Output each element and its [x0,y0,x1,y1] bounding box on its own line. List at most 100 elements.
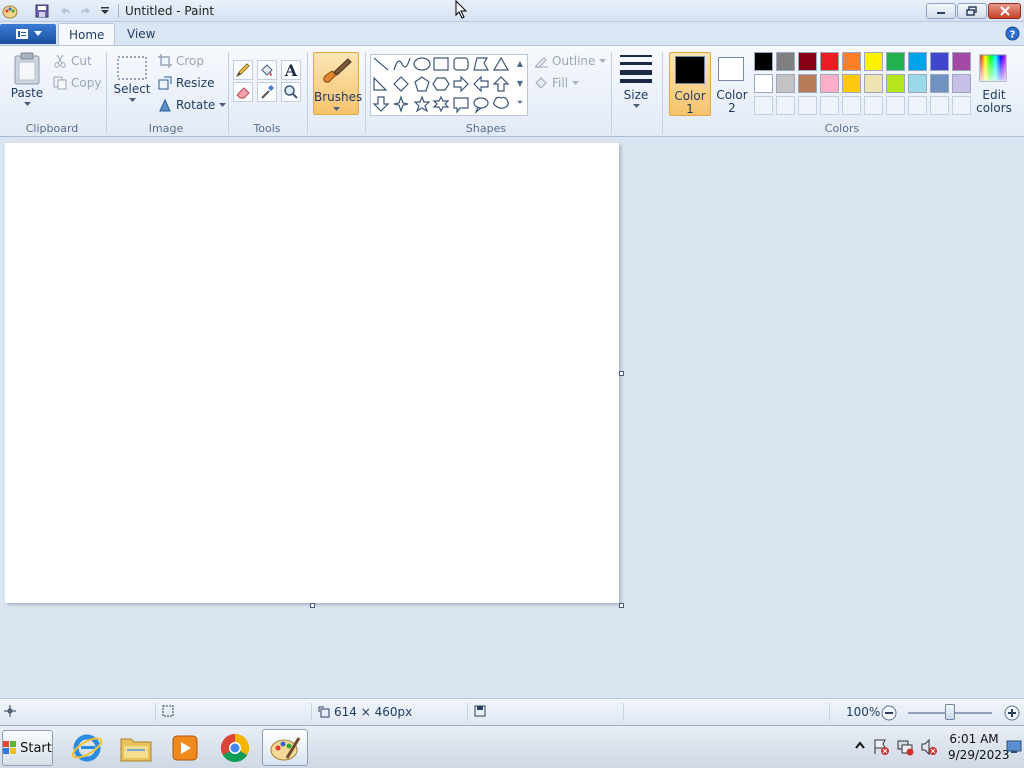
select-button[interactable]: Select [113,54,151,103]
custom-color-slot[interactable] [886,96,905,115]
palette-swatch[interactable] [798,74,817,93]
paste-button[interactable]: Paste [8,52,46,107]
palette-swatch[interactable] [952,52,971,71]
customize-dropdown-icon[interactable] [97,3,113,19]
text-tool-button[interactable]: A [281,60,301,80]
color-picker-tool-button[interactable] [257,82,277,102]
file-size [474,705,486,717]
line-shape-icon [373,57,389,71]
action-center-icon[interactable] [872,738,890,759]
edit-colors-button[interactable]: Edit colors [975,52,1013,116]
cut-button[interactable]: Cut [53,54,92,68]
start-button[interactable]: Start [2,730,53,766]
help-icon[interactable]: ? [1005,26,1020,44]
palette-swatch[interactable] [930,74,949,93]
taskbar-file-explorer[interactable] [113,729,159,766]
custom-color-slot[interactable] [754,96,773,115]
save-icon[interactable] [34,3,50,19]
clock-date[interactable]: 9/29/2023 [948,748,1010,762]
rectangular-callout-shape-icon [453,97,469,114]
outline-button[interactable]: Outline [534,54,607,68]
custom-color-slot[interactable] [864,96,883,115]
network-icon[interactable] [896,738,914,759]
palette-swatch[interactable] [842,74,861,93]
eraser-tool-button[interactable] [233,82,253,102]
zoom-out-icon [881,705,897,721]
palette-swatch[interactable] [754,74,773,93]
redo-icon[interactable] [78,3,94,19]
paint-menu-button[interactable] [0,24,56,44]
brushes-button[interactable]: Brushes [313,52,362,115]
palette-swatch[interactable] [798,52,817,71]
minimize-button[interactable] [926,3,956,19]
drawing-canvas[interactable] [5,143,619,603]
size-button[interactable]: Size [617,52,655,109]
crop-button[interactable]: Crop [158,54,204,68]
palette-swatch[interactable] [776,74,795,93]
palette-swatch[interactable] [886,74,905,93]
custom-color-slot[interactable] [776,96,795,115]
rotate-button[interactable]: Rotate [158,98,227,112]
resize-handle-bottom[interactable] [310,603,315,608]
taskbar-internet-explorer[interactable] [64,729,110,766]
status-separator [467,703,468,721]
color2-button[interactable]: Color 2 [713,52,751,116]
fill-button[interactable]: Fill [534,76,580,90]
show-desktop-icon[interactable] [1006,740,1022,757]
tab-view[interactable]: View [117,23,165,45]
fill-tool-button[interactable] [257,60,277,80]
palette-swatch[interactable] [754,52,773,71]
custom-color-slot[interactable] [952,96,971,115]
canvas-size-icon [318,706,330,718]
canvas-workspace[interactable] [0,138,1024,698]
palette-swatch[interactable] [820,74,839,93]
taskbar-paint[interactable] [262,729,308,766]
palette-swatch[interactable] [820,52,839,71]
palette-swatch[interactable] [952,74,971,93]
rotate-label: Rotate [176,98,216,112]
pencil-tool-button[interactable] [233,60,253,80]
resize-button[interactable]: Resize [158,76,214,90]
shapes-scroll-up[interactable]: ▲ [514,54,526,72]
custom-color-slot[interactable] [820,96,839,115]
resize-handle-corner[interactable] [619,603,624,608]
resize-handle-right[interactable] [619,371,624,376]
internet-explorer-icon [71,734,103,761]
custom-color-slot[interactable] [930,96,949,115]
zoom-out-button[interactable] [881,705,897,724]
palette-swatch[interactable] [930,52,949,71]
crop-icon [158,54,172,68]
undo-icon[interactable] [57,3,73,19]
paint-app-icon[interactable] [2,3,18,19]
clock-time[interactable]: 6:01 AM [948,732,1000,746]
palette-swatch[interactable] [864,74,883,93]
custom-color-slot[interactable] [798,96,817,115]
shapes-expand[interactable]: ⏷ [514,94,526,112]
tab-view-label: View [127,27,156,41]
shapes-scroll-down[interactable]: ▼ [514,74,526,92]
palette-swatch[interactable] [842,52,861,71]
palette-swatch[interactable] [864,52,883,71]
magnifier-tool-button[interactable] [281,82,301,102]
status-separator [155,703,156,721]
color1-button[interactable]: Color 1 [669,52,711,116]
taskbar-chrome[interactable] [212,729,258,766]
restore-button[interactable] [957,3,987,19]
palette-swatch[interactable] [886,52,905,71]
chevron-down-icon [219,102,227,107]
zoom-slider-thumb[interactable] [945,704,955,720]
magnifier-icon [284,85,298,99]
palette-swatch[interactable] [776,52,795,71]
copy-button[interactable]: Copy [53,76,101,90]
show-hidden-icons-button[interactable] [855,740,865,755]
chevron-down-icon [599,58,607,63]
volume-muted-icon[interactable] [920,738,938,759]
palette-swatch[interactable] [908,74,927,93]
tab-home[interactable]: Home [58,23,116,45]
palette-swatch[interactable] [908,52,927,71]
custom-color-slot[interactable] [908,96,927,115]
zoom-in-button[interactable] [1004,705,1020,724]
custom-color-slot[interactable] [842,96,861,115]
close-button[interactable] [988,3,1021,19]
taskbar-media-player[interactable] [162,729,208,766]
